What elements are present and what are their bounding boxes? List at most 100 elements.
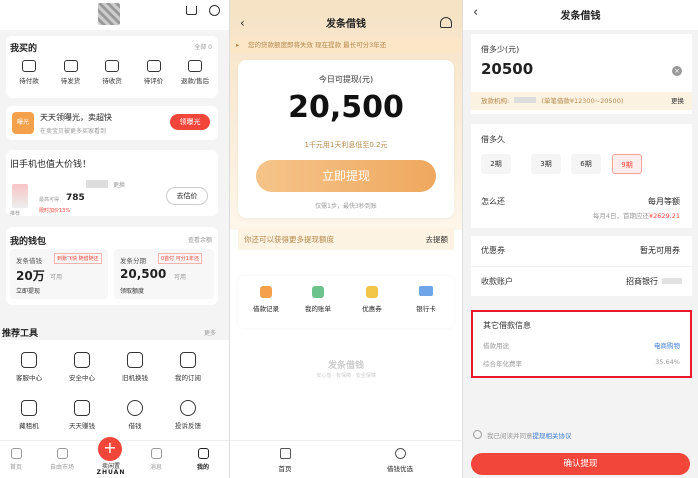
available-amount: 20,500 bbox=[288, 90, 404, 125]
tab-market[interactable]: 自由市场 bbox=[42, 448, 82, 471]
term-6[interactable]: 6期 bbox=[571, 154, 601, 174]
promo-button[interactable]: 领曝光 bbox=[170, 114, 210, 130]
term-9-selected[interactable]: 9期 bbox=[612, 154, 642, 174]
refund-icon bbox=[188, 60, 202, 72]
avatar[interactable] bbox=[98, 3, 120, 25]
market-icon bbox=[56, 448, 68, 459]
phone-image bbox=[12, 184, 28, 208]
promo-subtitle: 在卖宝贝被更多买家看到 bbox=[40, 128, 107, 135]
withdraw-button[interactable]: 立即提现 bbox=[256, 160, 436, 192]
wallet-card: 我的钱包 查看余额 发条借钱 到账飞快 随借随还 20万 可用 立即提现 发条分… bbox=[6, 227, 218, 305]
loan-records-link[interactable]: 借款记录 bbox=[246, 286, 286, 313]
wallet-loan-tile[interactable]: 发条借钱 到账飞快 随借随还 20万 可用 立即提现 bbox=[10, 249, 108, 299]
brand-logo: 发条借钱 bbox=[327, 361, 364, 371]
settings-icon[interactable] bbox=[209, 5, 220, 16]
sell-button[interactable]: + bbox=[98, 437, 122, 461]
page-title: 发条借钱 bbox=[326, 19, 366, 30]
order-pending-pay[interactable]: 待付款 bbox=[10, 60, 48, 85]
repay-amount: ¥2629.21 bbox=[648, 212, 680, 220]
blurred-lender bbox=[514, 97, 537, 103]
piggy-icon bbox=[74, 400, 90, 416]
tool-complaint[interactable]: 投诉反馈 bbox=[163, 400, 213, 430]
loan-amount: 20万 bbox=[16, 269, 45, 283]
repay-section[interactable]: 怎么还 每月等额 每月4日，首期应还¥2629.21 bbox=[471, 188, 692, 228]
apr-value: 35.64% bbox=[655, 358, 680, 366]
blurred-account bbox=[662, 278, 682, 284]
customer-service-icon[interactable] bbox=[440, 17, 452, 28]
estimate-button[interactable]: 去估价 bbox=[166, 187, 208, 205]
purpose-value[interactable]: 电商购物 bbox=[654, 340, 680, 350]
coupons-link[interactable]: 优惠券 bbox=[352, 286, 392, 313]
promo-badge-icon: 曝光 bbox=[12, 112, 34, 134]
installment-amount: 20,500 bbox=[120, 267, 167, 281]
order-pending-review[interactable]: 待评价 bbox=[135, 60, 173, 85]
amount-card: 今日可提现(元) 20,500 1千元用1天利息低至0.2元 立即提现 仅需1步… bbox=[238, 60, 454, 218]
lender-row: 放款机构: (单笔借款¥12300~20500) 更换 bbox=[471, 92, 692, 110]
cart-icon[interactable] bbox=[186, 6, 197, 15]
promo-banner[interactable]: 曝光 天天领曝光，卖超快 在卖宝贝被更多买家看到 领曝光 bbox=[6, 106, 218, 140]
wallet-more-link[interactable]: 查看余额 bbox=[188, 235, 212, 244]
promo-title: 天天领曝光，卖超快 bbox=[40, 113, 112, 122]
smile-icon bbox=[21, 352, 37, 368]
term-3[interactable]: 3期 bbox=[531, 154, 561, 174]
agreement-link[interactable]: 提现相关协议 bbox=[533, 432, 572, 440]
term-section: 借多久 2期 3期 6期 9期 bbox=[471, 124, 692, 188]
clear-icon[interactable]: × bbox=[672, 66, 682, 76]
bill-icon bbox=[312, 286, 324, 298]
tool-trade-in[interactable]: 旧机换钱 bbox=[110, 352, 160, 382]
phone-price: 785 bbox=[66, 193, 85, 203]
loan-form-panel: ‹ 发条借钱 借多少(元) 20500 × 放款机构: (单笔借款¥12300~… bbox=[463, 0, 698, 478]
all-orders-link[interactable]: 全部 0 bbox=[194, 42, 212, 51]
amount-input[interactable]: 20500 bbox=[481, 60, 533, 78]
truck-icon bbox=[105, 60, 119, 72]
brand-mark: ZHUAN bbox=[96, 469, 126, 476]
coupon-icon bbox=[366, 286, 378, 298]
blurred-image bbox=[86, 180, 108, 188]
change-lender-link[interactable]: 更换 bbox=[671, 92, 684, 110]
agree-checkbox[interactable] bbox=[473, 430, 482, 439]
coupon-row[interactable]: 优惠券 暂无可用券 bbox=[471, 236, 692, 266]
question-icon bbox=[180, 400, 196, 416]
tool-security[interactable]: 安全中心 bbox=[57, 352, 107, 382]
tool-subscription[interactable]: 我的订阅 bbox=[163, 352, 213, 382]
tab-mine[interactable]: 我的 bbox=[183, 448, 223, 471]
tab-loan-select[interactable]: 借钱优选 bbox=[380, 448, 420, 473]
coin-icon bbox=[127, 400, 143, 416]
tab-home[interactable]: 首页 bbox=[0, 448, 36, 471]
other-info-section: 其它借款信息 借款用途 电商购物 综合年化费率 35.64% bbox=[471, 310, 692, 378]
order-pending-ship[interactable]: 待发货 bbox=[52, 60, 90, 85]
page-title: 发条借钱 bbox=[560, 11, 601, 22]
phone-trade-card: 旧手机也值大价钱！ 更换 推荐 最高可得 785 限时加价13% 去估价 bbox=[6, 150, 218, 217]
my-orders-title: 我买的 bbox=[10, 44, 38, 54]
phone-icon bbox=[127, 352, 143, 368]
term-2[interactable]: 2期 bbox=[481, 154, 511, 174]
order-refund[interactable]: 退款/售后 bbox=[176, 60, 214, 85]
user-icon bbox=[197, 448, 209, 459]
wallet-icon bbox=[22, 60, 36, 72]
tool-rent[interactable]: 藏租机 bbox=[4, 400, 54, 430]
amount-section: 借多少(元) 20500 × 放款机构: (单笔借款¥12300~20500) … bbox=[471, 34, 692, 114]
wallet-installment-tile[interactable]: 发条分期 0首付 可分1年还 20,500 可用 领取额度 bbox=[114, 249, 214, 299]
records-icon bbox=[260, 286, 272, 298]
bank-card-link[interactable]: 银行卡 bbox=[406, 286, 446, 313]
my-bills-link[interactable]: 我的账单 bbox=[298, 286, 338, 313]
tools-title: 推荐工具 bbox=[2, 329, 39, 339]
phone-trade-title: 旧手机也值大价钱！ bbox=[10, 160, 92, 170]
home-icon bbox=[10, 448, 22, 459]
message-icon bbox=[150, 448, 162, 459]
tools-more-link[interactable]: 更多 bbox=[204, 328, 216, 337]
phone-change-link[interactable]: 更换 bbox=[113, 180, 125, 189]
tab-home[interactable]: 首页 bbox=[265, 448, 305, 473]
bookmark-icon bbox=[180, 352, 196, 368]
box-icon bbox=[63, 60, 78, 72]
account-row[interactable]: 收款账户 招商银行 bbox=[471, 266, 692, 296]
tab-messages[interactable]: 消息 bbox=[136, 448, 176, 471]
tool-borrow[interactable]: 借钱 bbox=[110, 400, 160, 430]
raise-limit-bar[interactable]: 你还可以获得更多提现额度 去提额 bbox=[238, 228, 454, 250]
tool-service[interactable]: 客服中心 bbox=[4, 352, 54, 382]
notice-bar[interactable]: ▸ 您的贷款额度即将失效 现在提款 最长可分3年还 bbox=[230, 37, 462, 53]
order-pending-receive[interactable]: 待收货 bbox=[93, 60, 131, 85]
confirm-withdraw-button[interactable]: 确认提现 bbox=[471, 453, 690, 475]
tool-earn[interactable]: 天天赚钱 bbox=[57, 400, 107, 430]
card-icon bbox=[419, 286, 433, 296]
